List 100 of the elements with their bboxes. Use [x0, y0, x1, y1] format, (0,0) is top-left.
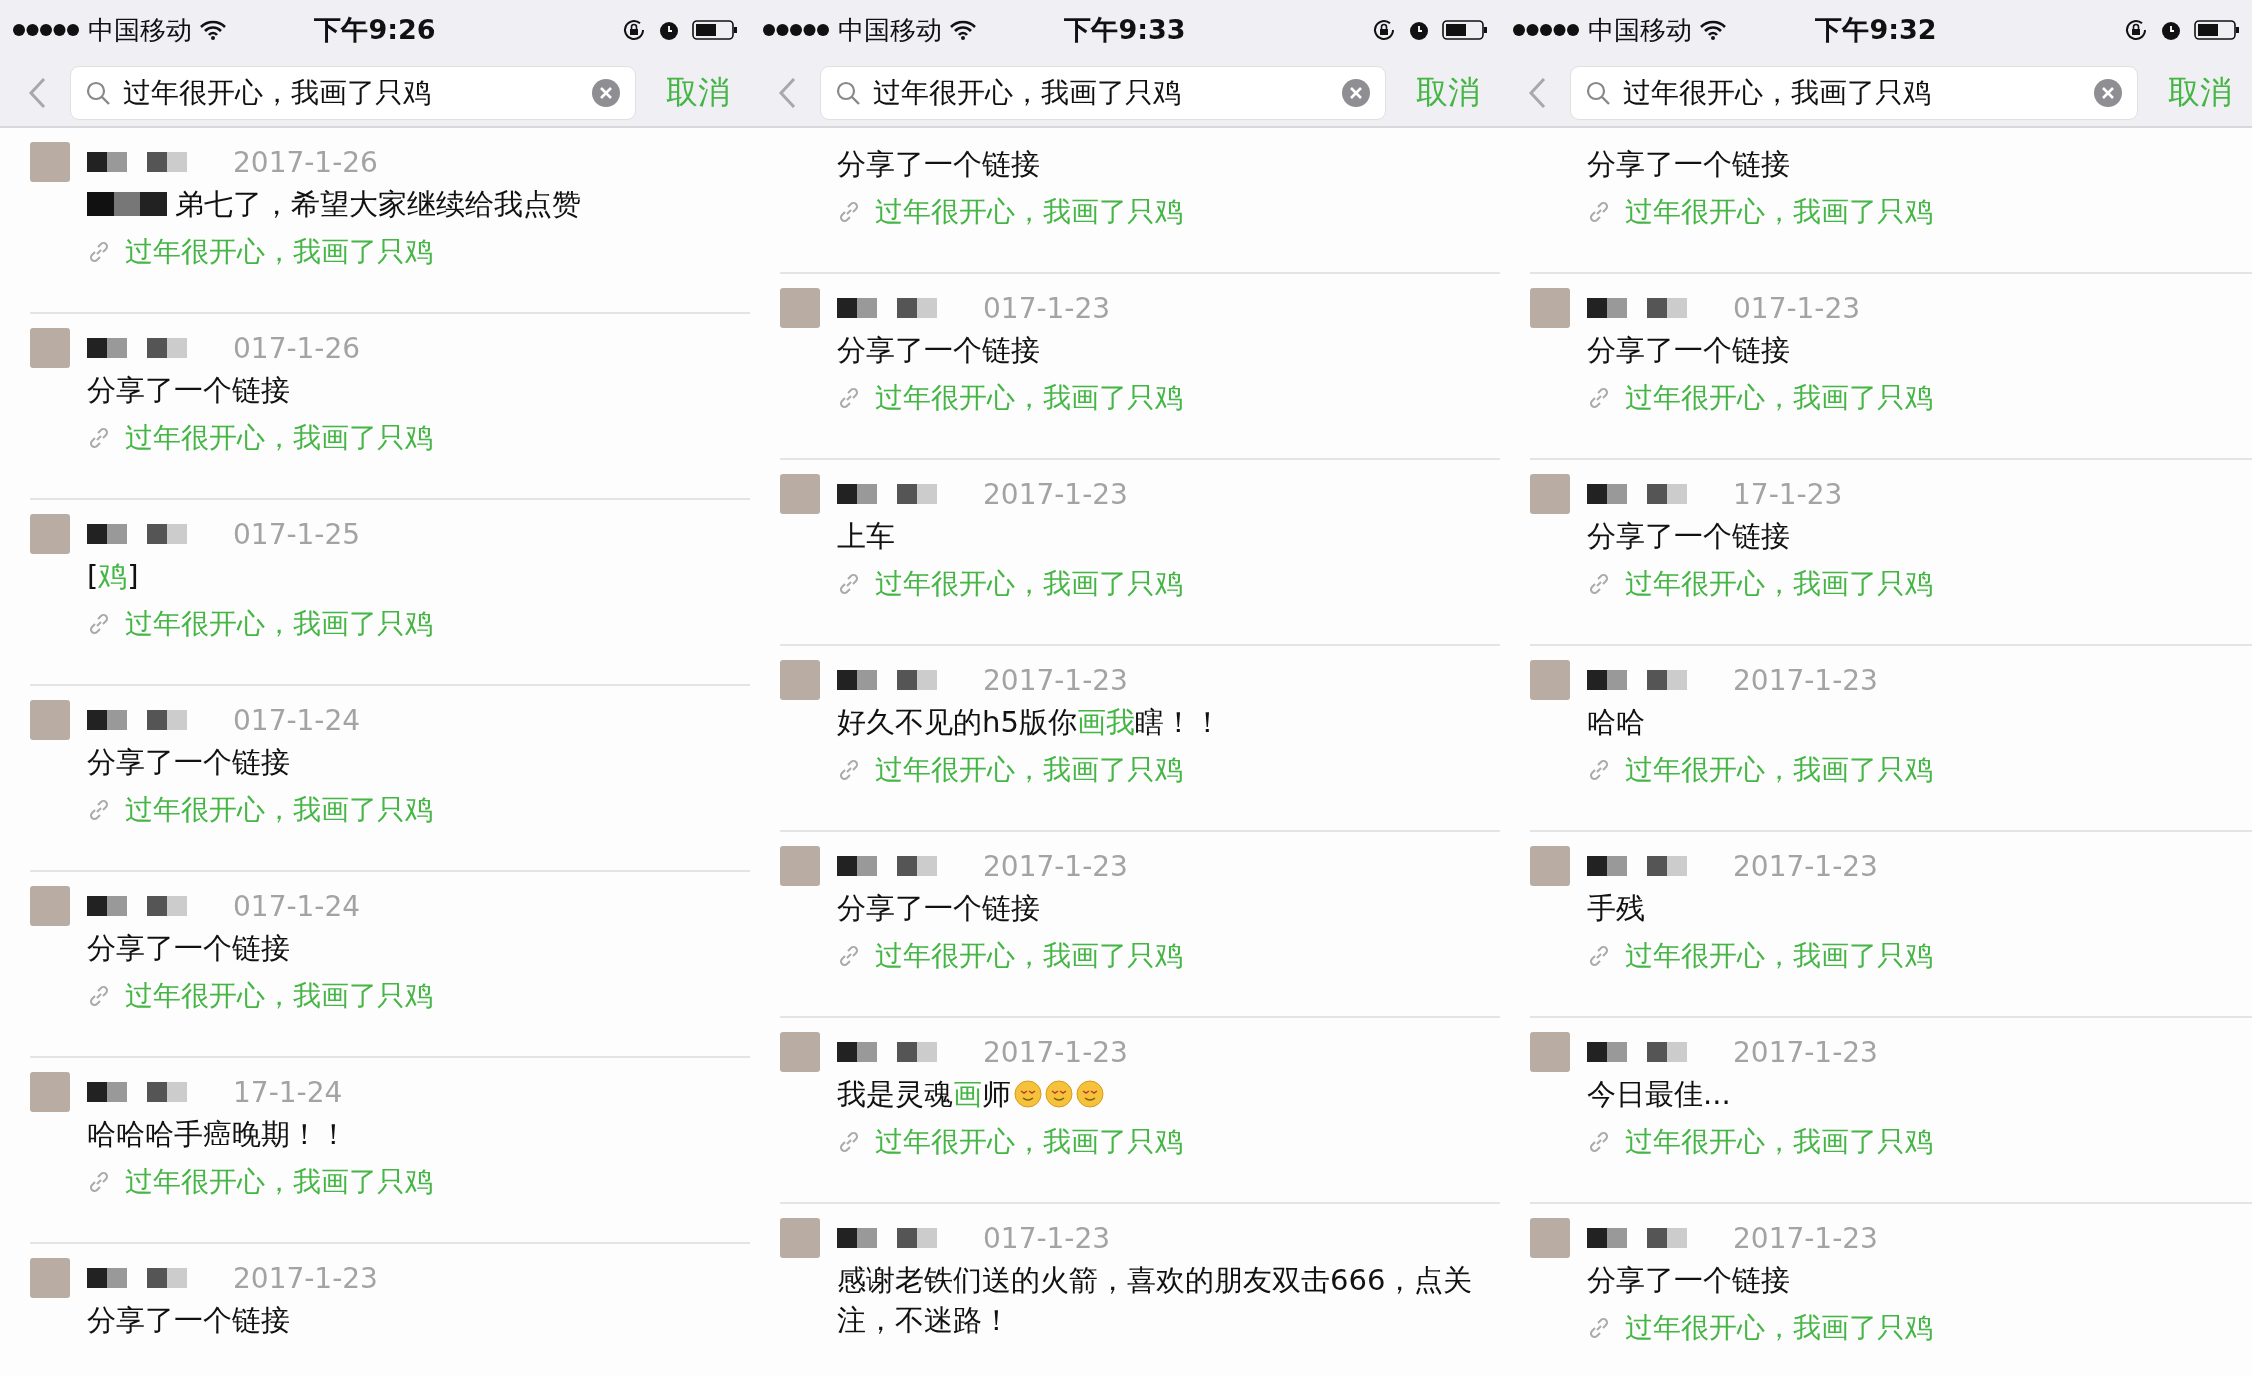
link-title[interactable]: 过年很开心，我画了只鸡 — [125, 977, 433, 1015]
search-field[interactable]: 过年很开心，我画了只鸡 — [1570, 66, 2138, 120]
message-text: 好久不见的h5版你 — [837, 704, 1077, 741]
cancel-button[interactable]: 取消 — [660, 71, 736, 115]
highlighted-keyword: 画我 — [1076, 704, 1135, 741]
message-text: 分享了一个链接 — [1587, 332, 1790, 369]
link-icon — [87, 426, 111, 450]
link-title[interactable]: 过年很开心，我画了只鸡 — [875, 193, 1183, 231]
link-icon — [837, 386, 861, 410]
link-title[interactable]: 过年很开心，我画了只鸡 — [1625, 1309, 1933, 1347]
message-text: 今日最佳... — [1587, 1076, 1731, 1113]
link-title[interactable]: 过年很开心，我画了只鸡 — [1625, 193, 1933, 231]
back-chevron-icon[interactable] — [1528, 77, 1546, 109]
message-text: 哈哈 — [1587, 704, 1645, 741]
clear-icon[interactable] — [2093, 78, 2123, 108]
back-chevron-icon[interactable] — [778, 77, 796, 109]
post-date: 017-1-24 — [233, 703, 361, 737]
wifi-icon — [950, 20, 976, 40]
link-title[interactable]: 过年很开心，我画了只鸡 — [1625, 379, 1933, 417]
message-text: 分享了一个链接 — [837, 890, 1040, 927]
link-title[interactable]: 过年很开心，我画了只鸡 — [125, 233, 433, 271]
avatar-placeholder[interactable] — [30, 328, 70, 368]
avatar-placeholder[interactable] — [1530, 660, 1570, 700]
link-title[interactable]: 过年很开心，我画了只鸡 — [875, 379, 1183, 417]
link-icon — [1587, 944, 1611, 968]
cancel-button[interactable]: 取消 — [1410, 71, 1486, 115]
message-text: 感谢老铁们送的火箭，喜欢的朋友双击666，点关注，不迷路！ — [837, 1262, 1474, 1339]
link-icon — [87, 612, 111, 636]
avatar-placeholder[interactable] — [1530, 1032, 1570, 1072]
avatar-placeholder[interactable] — [1530, 288, 1570, 328]
link-title[interactable]: 过年很开心，我画了只鸡 — [875, 565, 1183, 603]
link-title[interactable]: 过年很开心，我画了只鸡 — [125, 605, 433, 643]
post-date: 2017-1-23 — [1733, 1035, 1878, 1069]
battery-icon — [2194, 19, 2240, 41]
link-icon — [1587, 572, 1611, 596]
link-icon — [837, 1130, 861, 1154]
link-icon — [837, 944, 861, 968]
link-title[interactable]: 过年很开心，我画了只鸡 — [1625, 1123, 1933, 1161]
search-icon — [1585, 80, 1611, 106]
avatar-placeholder[interactable] — [30, 1072, 70, 1112]
avatar-placeholder[interactable] — [780, 846, 820, 886]
message-text: 师 — [982, 1076, 1011, 1113]
message-text: 手残 — [1587, 890, 1645, 927]
alarm-clock-icon — [658, 19, 680, 41]
post-date: 2017-1-23 — [233, 1261, 378, 1295]
link-title[interactable]: 过年很开心，我画了只鸡 — [125, 791, 433, 829]
link-icon — [87, 984, 111, 1008]
avatar-placeholder[interactable] — [780, 660, 820, 700]
message-text: 分享了一个链接 — [1587, 518, 1790, 555]
message-text: 分享了一个链接 — [87, 744, 290, 781]
search-icon — [85, 80, 111, 106]
blushing-face-icon — [1076, 1080, 1104, 1108]
carrier-name: 中国移动 — [838, 13, 942, 47]
link-title[interactable]: 过年很开心，我画了只鸡 — [875, 937, 1183, 975]
alarm-clock-icon — [2160, 19, 2182, 41]
avatar-placeholder[interactable] — [30, 142, 70, 182]
message-text: 我是灵魂 — [837, 1076, 953, 1113]
blushing-face-icon — [1045, 1080, 1073, 1108]
carrier-name: 中国移动 — [1588, 13, 1692, 47]
avatar-placeholder[interactable] — [30, 1258, 70, 1298]
avatar-placeholder[interactable] — [1530, 1218, 1570, 1258]
avatar-placeholder[interactable] — [780, 1218, 820, 1258]
link-title[interactable]: 过年很开心，我画了只鸡 — [1625, 565, 1933, 603]
battery-icon — [692, 19, 738, 41]
link-icon — [87, 1170, 111, 1194]
wifi-icon — [200, 20, 226, 40]
avatar-placeholder[interactable] — [30, 514, 70, 554]
alarm-clock-icon — [1408, 19, 1430, 41]
post-date: 017-1-24 — [233, 889, 361, 923]
link-title[interactable]: 过年很开心，我画了只鸡 — [125, 419, 433, 457]
post-date: 2017-1-23 — [983, 477, 1128, 511]
message-text: ] — [127, 558, 139, 595]
signal-dots-icon — [762, 23, 830, 37]
avatar-placeholder[interactable] — [780, 288, 820, 328]
wifi-icon — [1700, 20, 1726, 40]
post-date: 017-1-23 — [1733, 291, 1861, 325]
avatar-placeholder[interactable] — [1530, 474, 1570, 514]
link-title[interactable]: 过年很开心，我画了只鸡 — [1625, 751, 1933, 789]
link-title[interactable]: 过年很开心，我画了只鸡 — [875, 1123, 1183, 1161]
link-icon — [837, 758, 861, 782]
link-icon — [1587, 200, 1611, 224]
clear-icon[interactable] — [1341, 78, 1371, 108]
link-title[interactable]: 过年很开心，我画了只鸡 — [1625, 937, 1933, 975]
link-icon — [87, 240, 111, 264]
link-icon — [87, 798, 111, 822]
status-time: 下午9:32 — [1815, 13, 1937, 47]
message-text: 弟七了，希望大家继续给我点赞 — [175, 186, 581, 223]
link-title[interactable]: 过年很开心，我画了只鸡 — [875, 751, 1183, 789]
avatar-placeholder[interactable] — [780, 474, 820, 514]
back-chevron-icon[interactable] — [28, 77, 46, 109]
clear-icon[interactable] — [591, 78, 621, 108]
cancel-button[interactable]: 取消 — [2162, 71, 2238, 115]
post-date: 2017-1-23 — [1733, 663, 1878, 697]
avatar-placeholder[interactable] — [1530, 846, 1570, 886]
avatar-placeholder[interactable] — [780, 1032, 820, 1072]
avatar-placeholder[interactable] — [30, 886, 70, 926]
avatar-placeholder[interactable] — [30, 700, 70, 740]
link-title[interactable]: 过年很开心，我画了只鸡 — [125, 1163, 433, 1201]
search-field[interactable]: 过年很开心，我画了只鸡 — [820, 66, 1386, 120]
search-field[interactable]: 过年很开心，我画了只鸡 — [70, 66, 636, 120]
